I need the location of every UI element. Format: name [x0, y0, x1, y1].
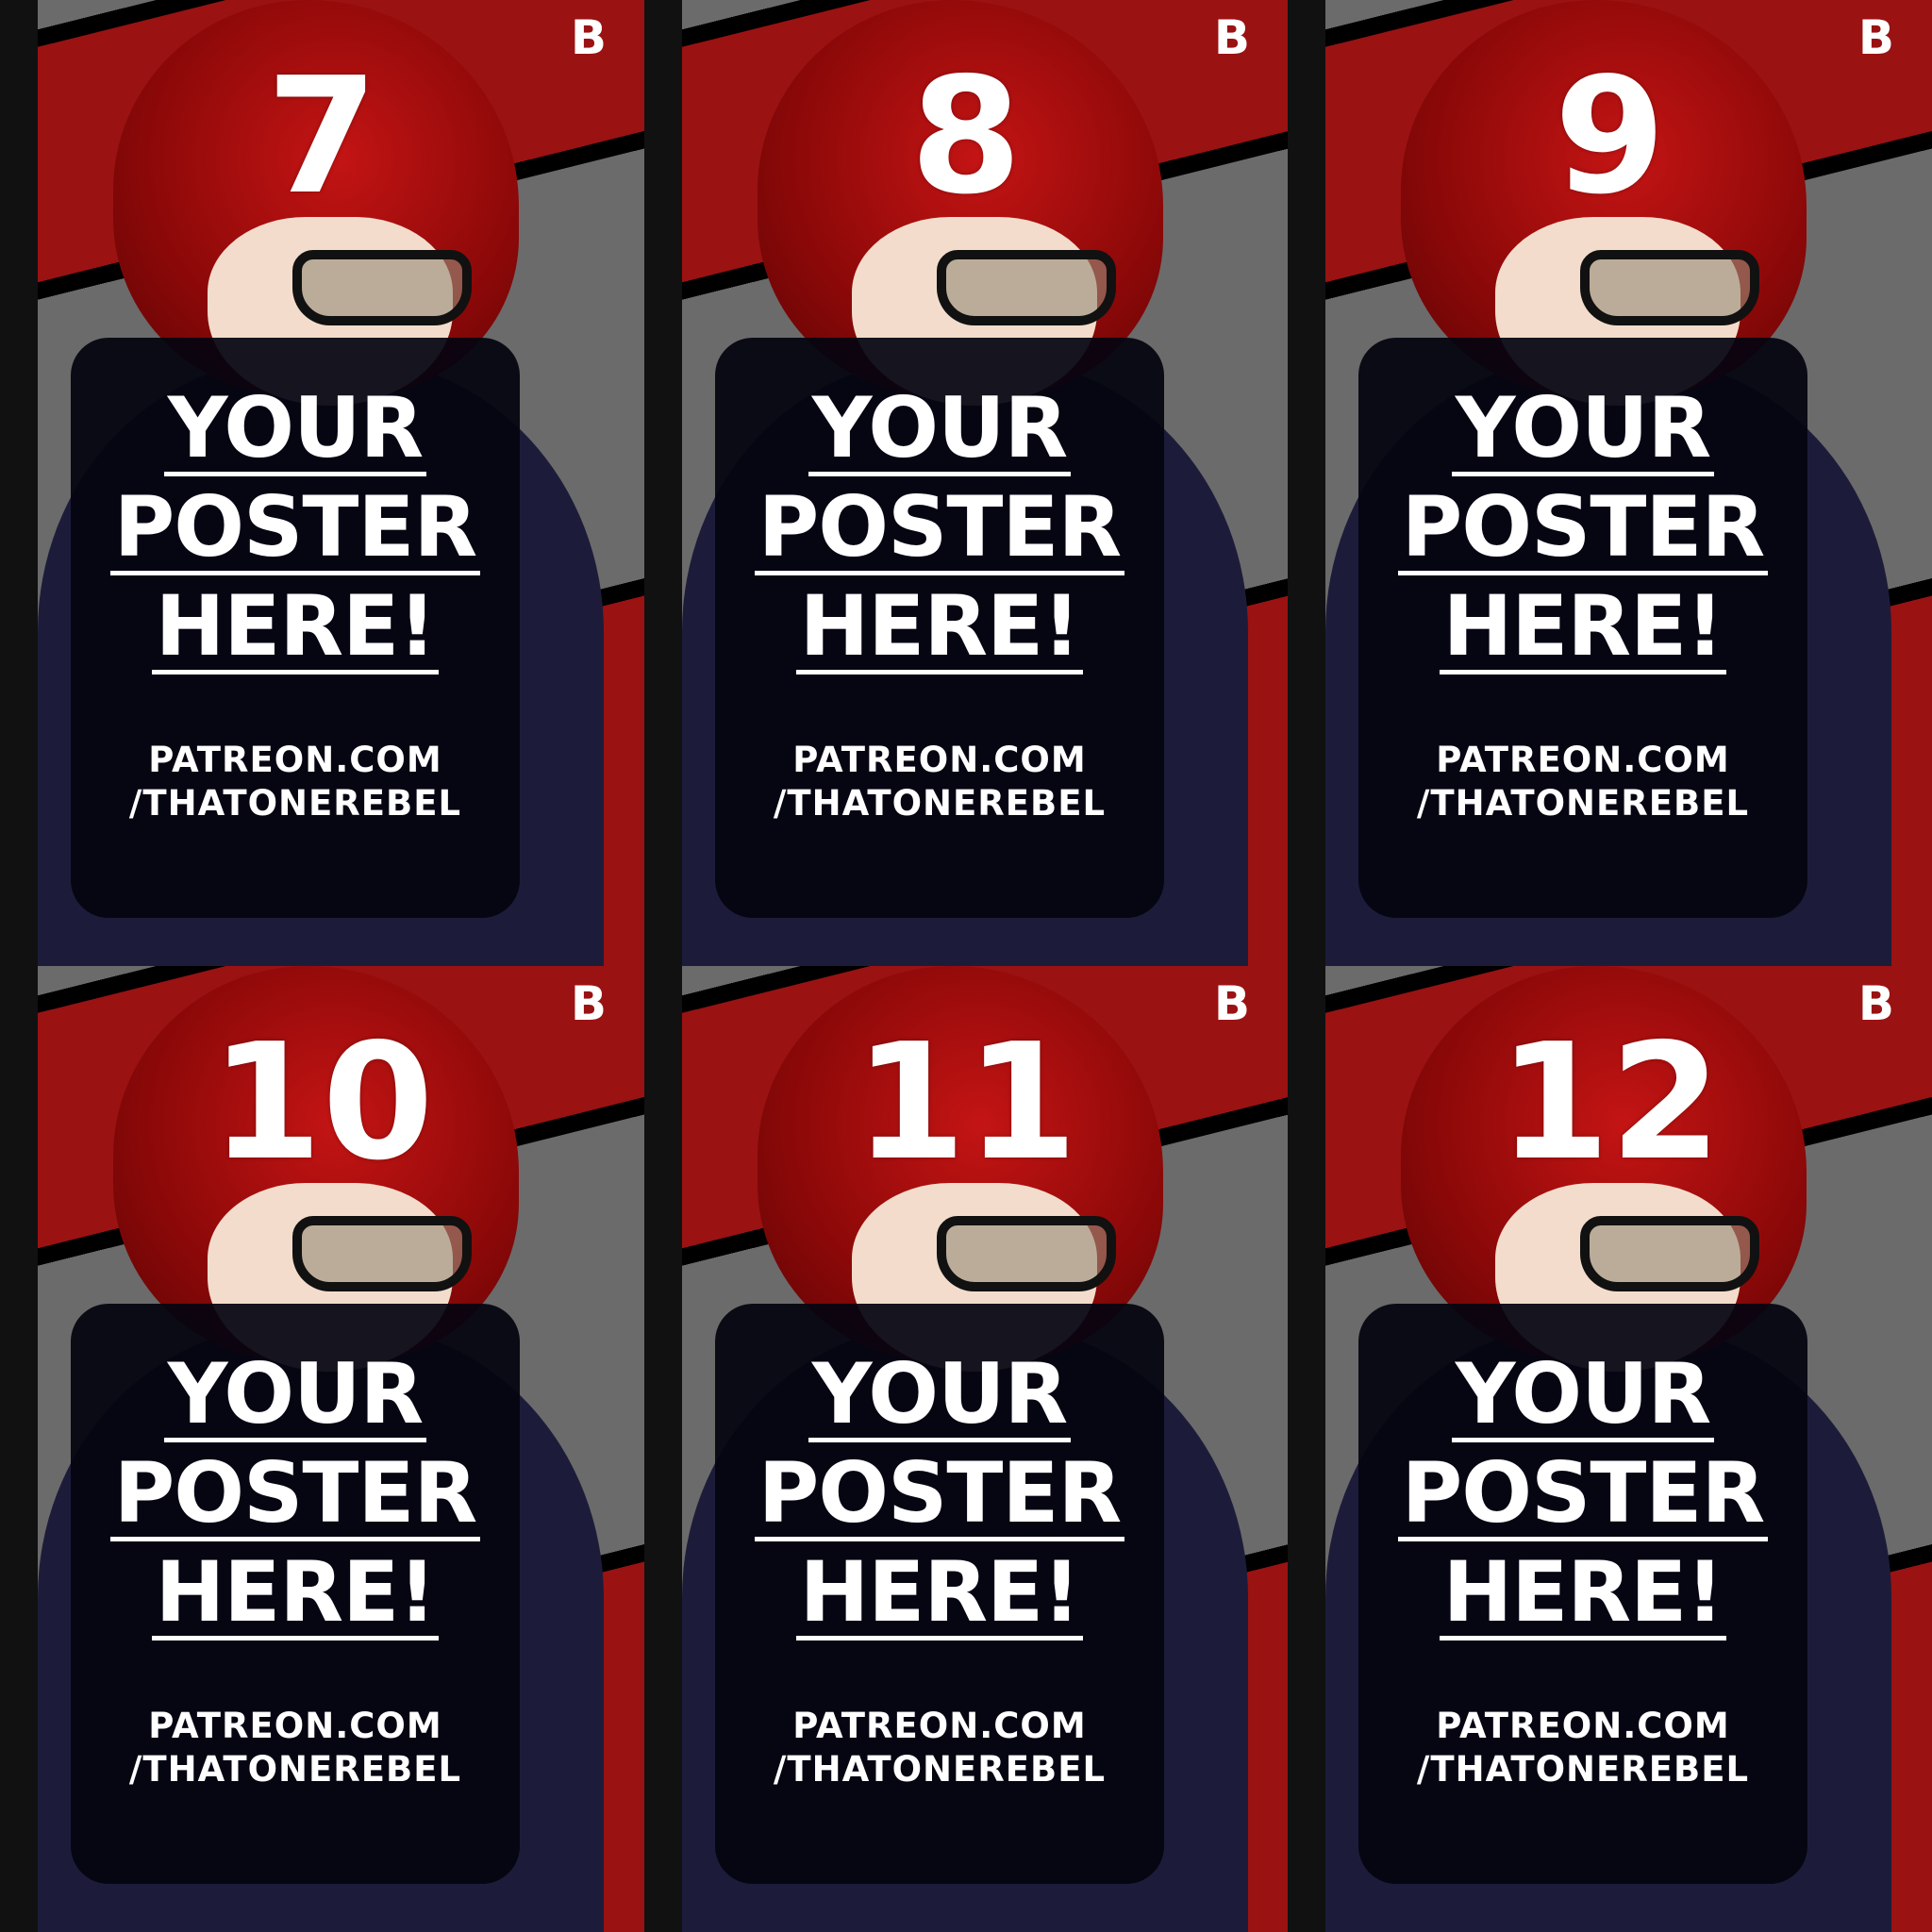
- placeholder-card: YOUR POSTER HERE! PATREON.COM /THATONERE…: [715, 338, 1164, 918]
- headline-line: YOUR: [163, 1351, 427, 1442]
- headline-line: HERE!: [151, 583, 440, 675]
- headline-line: HERE!: [1439, 1549, 1727, 1641]
- badge-label: B: [570, 976, 607, 1031]
- poster-number: 9: [1554, 43, 1666, 230]
- headline: YOUR POSTER HERE!: [71, 1351, 520, 1648]
- url-line: /THATONEREBEL: [1416, 783, 1750, 824]
- patreon-link[interactable]: PATREON.COM /THATONEREBEL: [71, 1705, 520, 1791]
- patreon-link[interactable]: PATREON.COM /THATONEREBEL: [1358, 739, 1807, 825]
- badge-label: B: [570, 10, 607, 65]
- poster-number: 10: [210, 1009, 434, 1196]
- url-line: PATREON.COM: [1436, 740, 1730, 780]
- url-line: /THATONEREBEL: [773, 783, 1107, 824]
- poster-tile[interactable]: 9 B YOUR POSTER HERE! PATREON.COM /THATO…: [1288, 0, 1932, 966]
- placeholder-card: YOUR POSTER HERE! PATREON.COM /THATONERE…: [1358, 338, 1807, 918]
- url-line: PATREON.COM: [148, 1706, 442, 1746]
- character-glasses: [292, 1216, 472, 1291]
- headline-line: HERE!: [151, 1549, 440, 1641]
- poster-tile[interactable]: 12 B YOUR POSTER HERE! PATREON.COM /THAT…: [1288, 966, 1932, 1932]
- headline: YOUR POSTER HERE!: [1358, 385, 1807, 682]
- headline-line: YOUR: [808, 1351, 1072, 1442]
- poster-grid: 7 B YOUR POSTER HERE! PATREON.COM /THATO…: [0, 0, 1932, 1932]
- patreon-link[interactable]: PATREON.COM /THATONEREBEL: [715, 739, 1164, 825]
- badge-label: B: [1857, 976, 1894, 1031]
- headline-line: YOUR: [163, 385, 427, 476]
- headline: YOUR POSTER HERE!: [715, 1351, 1164, 1648]
- headline-line: POSTER: [109, 1450, 481, 1541]
- poster-tile[interactable]: 10 B YOUR POSTER HERE! PATREON.COM /THAT…: [0, 966, 644, 1932]
- character-glasses: [1580, 1216, 1759, 1291]
- placeholder-card: YOUR POSTER HERE! PATREON.COM /THATONERE…: [71, 1304, 520, 1884]
- character-glasses: [937, 250, 1116, 325]
- headline-line: POSTER: [109, 484, 481, 575]
- headline: YOUR POSTER HERE!: [715, 385, 1164, 682]
- poster-tile[interactable]: 7 B YOUR POSTER HERE! PATREON.COM /THATO…: [0, 0, 644, 966]
- headline: YOUR POSTER HERE!: [71, 385, 520, 682]
- url-line: PATREON.COM: [1436, 1706, 1730, 1746]
- placeholder-card: YOUR POSTER HERE! PATREON.COM /THATONERE…: [1358, 1304, 1807, 1884]
- patreon-link[interactable]: PATREON.COM /THATONEREBEL: [1358, 1705, 1807, 1791]
- character-glasses: [1580, 250, 1759, 325]
- headline-line: POSTER: [1397, 484, 1769, 575]
- headline-line: POSTER: [754, 1450, 1125, 1541]
- url-line: /THATONEREBEL: [773, 1749, 1107, 1790]
- poster-number: 8: [909, 43, 1023, 230]
- badge-label: B: [1857, 10, 1894, 65]
- headline-line: HERE!: [795, 583, 1084, 675]
- headline-line: YOUR: [1451, 385, 1715, 476]
- url-line: /THATONEREBEL: [1416, 1749, 1750, 1790]
- headline-line: YOUR: [808, 385, 1072, 476]
- headline-line: POSTER: [754, 484, 1125, 575]
- headline-line: POSTER: [1397, 1450, 1769, 1541]
- url-line: /THATONEREBEL: [128, 783, 462, 824]
- character-glasses: [937, 1216, 1116, 1291]
- placeholder-card: YOUR POSTER HERE! PATREON.COM /THATONERE…: [71, 338, 520, 918]
- headline-line: YOUR: [1451, 1351, 1715, 1442]
- badge-label: B: [1213, 976, 1250, 1031]
- headline-line: HERE!: [1439, 583, 1727, 675]
- url-line: /THATONEREBEL: [128, 1749, 462, 1790]
- headline-line: HERE!: [795, 1549, 1084, 1641]
- patreon-link[interactable]: PATREON.COM /THATONEREBEL: [71, 739, 520, 825]
- poster-tile[interactable]: 11 B YOUR POSTER HERE! PATREON.COM /THAT…: [644, 966, 1288, 1932]
- character-glasses: [292, 250, 472, 325]
- placeholder-card: YOUR POSTER HERE! PATREON.COM /THATONERE…: [715, 1304, 1164, 1884]
- headline: YOUR POSTER HERE!: [1358, 1351, 1807, 1648]
- poster-number: 12: [1498, 1009, 1722, 1196]
- poster-tile[interactable]: 8 B YOUR POSTER HERE! PATREON.COM /THATO…: [644, 0, 1288, 966]
- url-line: PATREON.COM: [792, 1706, 1087, 1746]
- poster-number: 7: [266, 43, 378, 230]
- url-line: PATREON.COM: [792, 740, 1087, 780]
- url-line: PATREON.COM: [148, 740, 442, 780]
- poster-number: 11: [854, 1009, 1078, 1196]
- badge-label: B: [1213, 10, 1250, 65]
- patreon-link[interactable]: PATREON.COM /THATONEREBEL: [715, 1705, 1164, 1791]
